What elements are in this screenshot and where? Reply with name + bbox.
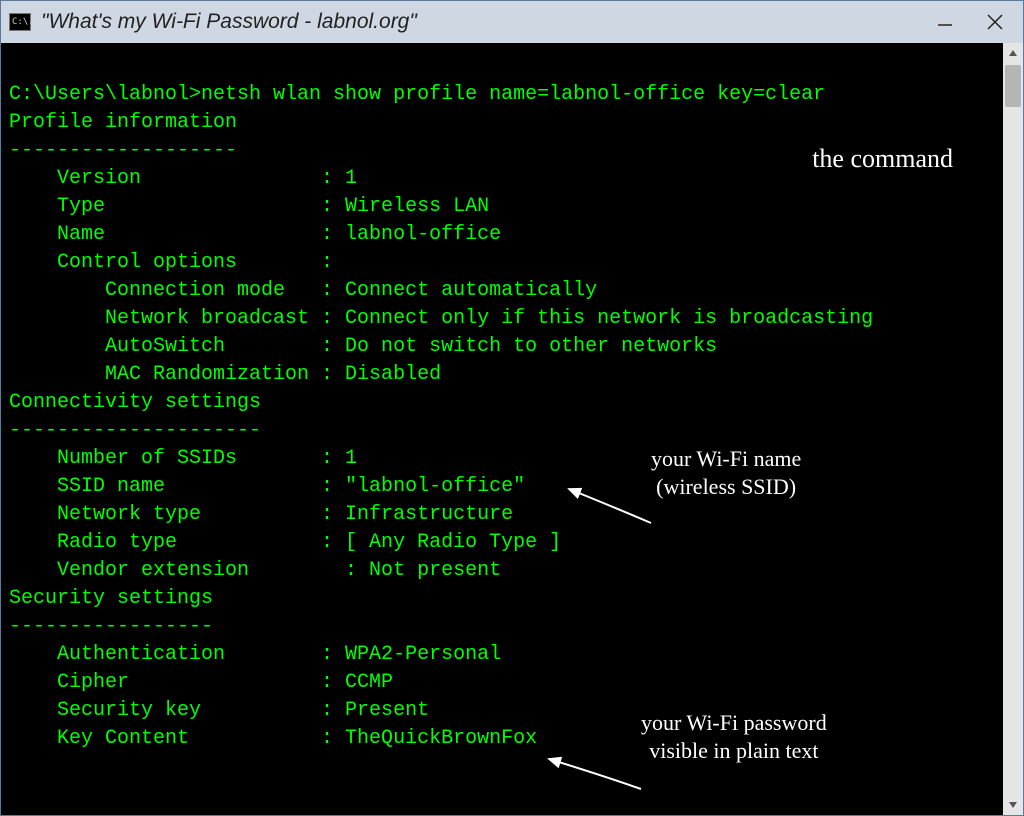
kv-row: Connection mode : Connect automatically: [9, 277, 993, 305]
client-area: C:\Users\labnol>netsh wlan show profile …: [1, 43, 1023, 815]
kv-row: Name : labnol-office: [9, 221, 993, 249]
close-button[interactable]: [981, 8, 1009, 36]
kv-row: Network type : Infrastructure: [9, 501, 993, 529]
scroll-down-button[interactable]: [1003, 795, 1023, 815]
scroll-thumb[interactable]: [1005, 65, 1021, 107]
kv-row: AutoSwitch : Do not switch to other netw…: [9, 333, 993, 361]
kv-row: Number of SSIDs : 1: [9, 445, 993, 473]
cmd-icon: C:\.: [9, 13, 31, 31]
titlebar[interactable]: C:\. "What's my Wi-Fi Password - labnol.…: [1, 1, 1023, 43]
kv-row: Key Content : TheQuickBrownFox: [9, 725, 993, 753]
kv-row: Cipher : CCMP: [9, 669, 993, 697]
minimize-button[interactable]: [931, 8, 959, 36]
kv-row: Authentication : WPA2-Personal: [9, 641, 993, 669]
command-line: C:\Users\labnol>netsh wlan show profile …: [9, 81, 993, 109]
section-header: Security settings: [9, 585, 993, 613]
terminal-line: ---------------------: [9, 417, 993, 445]
section-header: Profile information: [9, 109, 993, 137]
window-title: "What's my Wi-Fi Password - labnol.org": [41, 10, 417, 34]
scroll-up-button[interactable]: [1003, 43, 1023, 63]
vertical-scrollbar[interactable]: [1003, 43, 1023, 815]
kv-row: Vendor extension : Not present: [9, 557, 993, 585]
app-window: C:\. "What's my Wi-Fi Password - labnol.…: [0, 0, 1024, 816]
kv-row: Control options :: [9, 249, 993, 277]
kv-row: SSID name : "labnol-office": [9, 473, 993, 501]
scroll-track[interactable]: [1003, 63, 1023, 795]
window-controls: [931, 8, 1017, 36]
kv-row: Version : 1: [9, 165, 993, 193]
section-header: Connectivity settings: [9, 389, 993, 417]
terminal-output[interactable]: C:\Users\labnol>netsh wlan show profile …: [1, 43, 1003, 815]
kv-row: Network broadcast : Connect only if this…: [9, 305, 993, 333]
terminal-line: -------------------: [9, 137, 993, 165]
kv-row: Radio type : [ Any Radio Type ]: [9, 529, 993, 557]
terminal-line: -----------------: [9, 613, 993, 641]
kv-row: Security key : Present: [9, 697, 993, 725]
kv-row: Type : Wireless LAN: [9, 193, 993, 221]
kv-row: MAC Randomization : Disabled: [9, 361, 993, 389]
